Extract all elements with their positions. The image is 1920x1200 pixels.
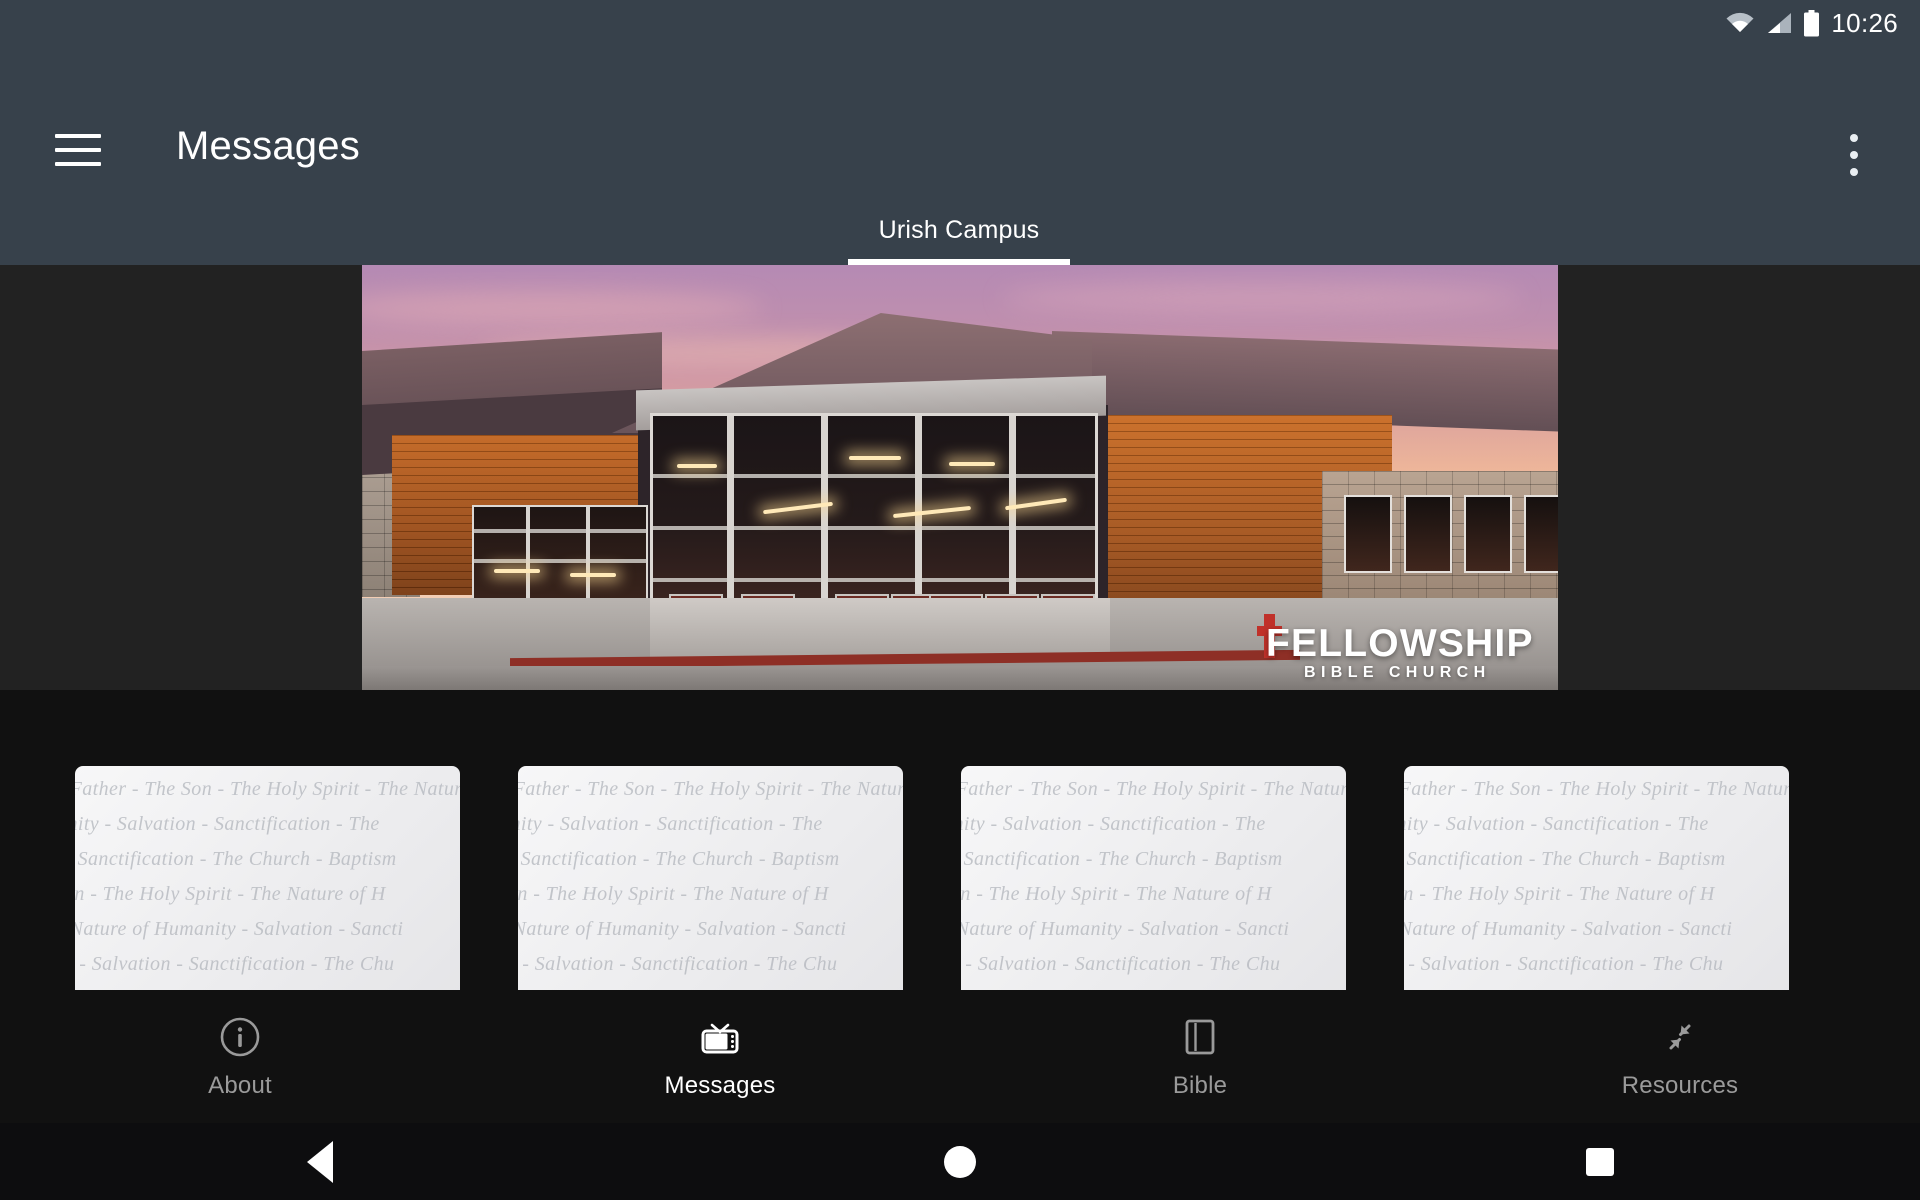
back-triangle-icon[interactable]: [0, 1140, 640, 1183]
bottom-nav-label: Resources: [1621, 1071, 1739, 1099]
card-row: The Father - The Son - The Holy Spirit -…: [75, 766, 1920, 990]
wifi-icon: [1725, 11, 1755, 35]
home-circle-icon[interactable]: [640, 1145, 1280, 1178]
message-card[interactable]: The Father - The Son - The Holy Spirit -…: [75, 766, 460, 990]
television-icon: [697, 1014, 743, 1060]
bottom-nav-item-bible[interactable]: Bible: [960, 990, 1440, 1123]
battery-icon: [1803, 9, 1820, 37]
logo-primary-text: FELLOWSHIP: [1266, 622, 1534, 665]
tab-label: Urish Campus: [878, 215, 1040, 244]
card-background-text: The Father - The Son - The Holy Spirit -…: [75, 778, 460, 975]
church-logo: FELLOWSHIP BIBLE CHURCH: [1257, 608, 1558, 686]
hero-band: FELLOWSHIP BIBLE CHURCH: [0, 265, 1920, 690]
bottom-nav-label: Messages: [664, 1071, 776, 1099]
app-bar: Messages: [0, 46, 1920, 211]
message-card[interactable]: The Father - The Son - The Holy Spirit -…: [1404, 766, 1789, 990]
tab-urish-campus[interactable]: Urish Campus: [848, 195, 1070, 265]
window-right-4: [1524, 495, 1558, 573]
tab-strip: Urish Campus: [0, 195, 1920, 265]
hamburger-menu-icon[interactable]: [55, 134, 101, 166]
card-background-text: The Father - The Son - The Holy Spirit -…: [961, 778, 1346, 975]
window-right-2: [1404, 495, 1452, 573]
cell-signal-icon: [1766, 11, 1792, 35]
bottom-nav-item-resources[interactable]: Resources: [1440, 990, 1920, 1123]
book-icon: [1180, 1014, 1220, 1060]
logo-secondary-text: BIBLE CHURCH: [1304, 664, 1491, 681]
android-system-nav: [0, 1123, 1920, 1200]
app-screen: 10:26 Messages Urish Campus FELLOWSHIP B…: [0, 0, 1920, 1200]
window-right-3: [1464, 495, 1512, 573]
page-title: Messages: [176, 124, 360, 168]
info-circle-icon: [219, 1014, 261, 1060]
bottom-nav-label: Bible: [1172, 1071, 1228, 1099]
status-bar: 10:26: [0, 0, 1920, 46]
walkway-center: [650, 598, 1110, 660]
message-card-scroller[interactable]: The Father - The Son - The Holy Spirit -…: [0, 690, 1920, 990]
cloud-streak: [1002, 283, 1522, 313]
bottom-nav-item-messages[interactable]: Messages: [480, 990, 960, 1123]
bottom-navigation-bar: About Messages Bible Resources: [0, 990, 1920, 1123]
hero-image-church-building[interactable]: FELLOWSHIP BIBLE CHURCH: [362, 265, 1558, 690]
window-right-1: [1344, 495, 1392, 573]
glass-wing-left: [472, 505, 648, 605]
recents-square-icon[interactable]: [1280, 1147, 1920, 1176]
message-card[interactable]: The Father - The Son - The Holy Spirit -…: [961, 766, 1346, 990]
more-vertical-icon[interactable]: [1834, 134, 1874, 176]
card-background-text: The Father - The Son - The Holy Spirit -…: [518, 778, 903, 975]
bottom-nav-label: About: [208, 1071, 272, 1099]
collapse-arrows-icon: [1658, 1014, 1702, 1060]
card-background-text: The Father - The Son - The Holy Spirit -…: [1404, 778, 1789, 975]
message-card[interactable]: The Father - The Son - The Holy Spirit -…: [518, 766, 903, 990]
status-time: 10:26: [1831, 7, 1898, 38]
bottom-nav-item-about[interactable]: About: [0, 990, 480, 1123]
